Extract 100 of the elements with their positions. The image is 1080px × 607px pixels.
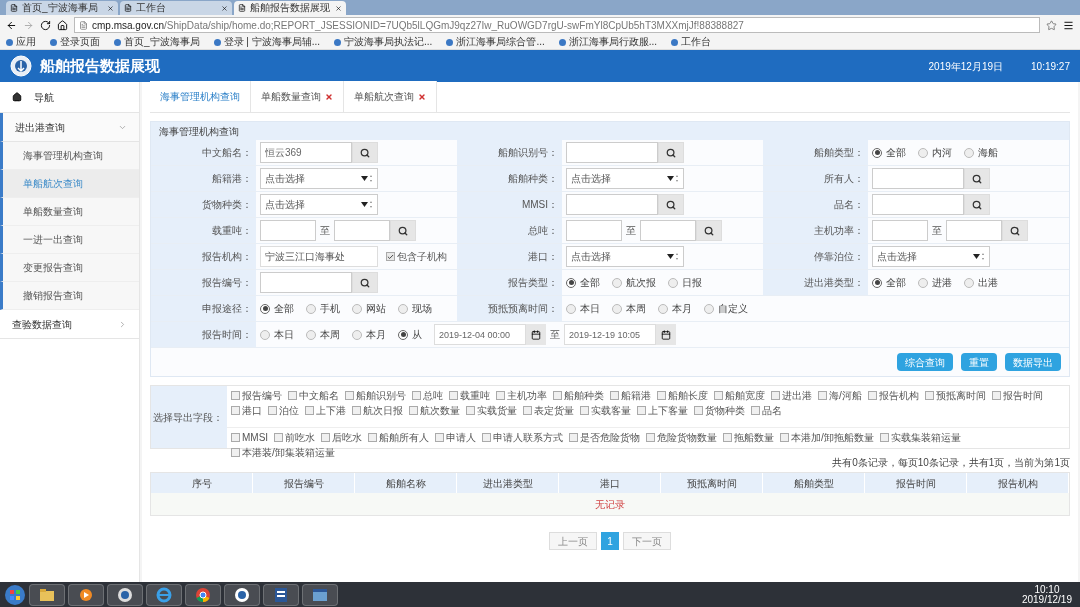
bookmark-link[interactable]: 浙江海事局综合管...: [446, 36, 545, 48]
browser-e-icon[interactable]: [146, 583, 182, 606]
checkbox[interactable]: [321, 433, 331, 442]
search-button[interactable]: [658, 194, 684, 215]
checkbox[interactable]: [412, 391, 421, 400]
radio-button[interactable]: [352, 329, 362, 340]
search-button[interactable]: [1002, 220, 1028, 241]
text-field[interactable]: 恒云369: [260, 142, 352, 163]
menu-icon[interactable]: [1063, 19, 1074, 31]
close-icon[interactable]: [418, 92, 426, 101]
prev-page-button[interactable]: 上一页: [549, 532, 597, 550]
checkbox[interactable]: [580, 406, 589, 415]
bookmark-link[interactable]: 宁波海事局执法记...: [334, 36, 433, 48]
select-field[interactable]: 点击选择: [566, 246, 684, 267]
forward-icon[interactable]: [23, 19, 34, 31]
calendar-button[interactable]: [656, 324, 676, 345]
range-to-field[interactable]: [640, 220, 696, 241]
checkbox[interactable]: [610, 391, 619, 400]
sidebar-item[interactable]: 单船数量查询: [0, 198, 139, 226]
text-field[interactable]: 宁波三江口海事处: [260, 246, 378, 267]
radio-button[interactable]: [612, 303, 622, 314]
checkbox[interactable]: [449, 391, 458, 400]
checkbox[interactable]: [386, 252, 395, 261]
bookmark-link[interactable]: 首页_宁波海事局: [114, 36, 200, 48]
close-icon[interactable]: [107, 4, 114, 12]
checkbox[interactable]: [646, 433, 656, 442]
sidebar-group[interactable]: 进出港查询: [0, 113, 139, 142]
radio-button[interactable]: [306, 303, 316, 314]
back-icon[interactable]: [6, 19, 17, 31]
text-field[interactable]: [566, 194, 658, 215]
emblem-icon[interactable]: [107, 583, 143, 606]
checkbox[interactable]: [482, 433, 492, 442]
radio-button[interactable]: [872, 277, 882, 288]
checkbox[interactable]: [714, 391, 723, 400]
checkbox[interactable]: [409, 406, 418, 415]
checkbox[interactable]: [569, 433, 579, 442]
text-field[interactable]: [260, 272, 352, 293]
radio-button[interactable]: [260, 329, 270, 340]
checkbox[interactable]: [751, 406, 760, 415]
explorer-icon[interactable]: [29, 583, 65, 606]
checkbox[interactable]: [553, 391, 562, 400]
sidebar-group[interactable]: 查验数据查询: [0, 310, 139, 339]
sidebar-item[interactable]: 变更报告查询: [0, 254, 139, 282]
calendar-button[interactable]: [526, 324, 546, 345]
checkbox[interactable]: [694, 406, 703, 415]
page-tab[interactable]: 单船数量查询: [251, 81, 344, 112]
address-bar[interactable]: cmp.msa.gov.cn/ShipData/ship/home.do;REPORT_JSESSIONID=7UQb5lLQGmJ9qz27Iw_RuOWGD7rgU-swFmYl8CpUb5hT3MXXmjJf!88388827: [74, 17, 1040, 33]
bookmark-link[interactable]: 登录 | 宁波海事局辅...: [213, 36, 321, 48]
search-button[interactable]: [390, 220, 416, 241]
radio-button[interactable]: [398, 329, 408, 340]
chrome-icon[interactable]: [185, 583, 221, 606]
window-icon[interactable]: [302, 583, 338, 606]
checkbox[interactable]: [924, 391, 934, 400]
radio-button[interactable]: [704, 303, 714, 314]
next-page-button[interactable]: 下一页: [623, 532, 671, 550]
close-icon[interactable]: [335, 4, 342, 12]
browser-tab[interactable]: 船舶报告数据展现: [234, 1, 346, 15]
date-field[interactable]: 2019-12-04 00:00: [434, 324, 526, 345]
close-icon[interactable]: [325, 92, 333, 101]
select-field[interactable]: 点击选择: [260, 194, 378, 215]
select-field[interactable]: 点击选择: [566, 168, 684, 189]
checkbox[interactable]: [231, 448, 240, 457]
range-from-field[interactable]: [260, 220, 316, 241]
sidebar-item[interactable]: 一进一出查询: [0, 226, 139, 254]
checkbox[interactable]: [231, 406, 240, 415]
checkbox[interactable]: [771, 391, 780, 400]
search-button[interactable]: [696, 220, 722, 241]
emblem-icon[interactable]: [224, 583, 260, 606]
checkbox[interactable]: [780, 433, 790, 442]
checkbox[interactable]: [435, 433, 445, 442]
bookmark-star-icon[interactable]: [1046, 19, 1057, 31]
checkbox[interactable]: [466, 406, 475, 415]
checkbox[interactable]: [723, 433, 733, 442]
checkbox[interactable]: [637, 406, 646, 415]
range-to-field[interactable]: [334, 220, 390, 241]
browser-tab[interactable]: 工作台: [120, 1, 232, 15]
browser-tab[interactable]: 首页_宁波海事局: [6, 1, 118, 15]
checkbox[interactable]: [523, 406, 532, 415]
text-field[interactable]: [872, 168, 964, 189]
select-field[interactable]: 点击选择: [872, 246, 990, 267]
checkbox[interactable]: [657, 391, 666, 400]
checkbox[interactable]: [818, 391, 827, 400]
text-field[interactable]: [872, 194, 964, 215]
radio-button[interactable]: [872, 147, 882, 158]
radio-button[interactable]: [612, 277, 622, 288]
range-to-field[interactable]: [946, 220, 1002, 241]
radio-button[interactable]: [964, 147, 974, 158]
search-button[interactable]: [964, 194, 990, 215]
close-icon[interactable]: [221, 4, 228, 12]
sidebar-item[interactable]: 海事管理机构查询: [0, 142, 139, 170]
home-icon[interactable]: [57, 19, 68, 31]
radio-button[interactable]: [260, 303, 270, 314]
radio-button[interactable]: [918, 277, 928, 288]
search-button[interactable]: [658, 142, 684, 163]
sidebar-item[interactable]: 撤销报告查询: [0, 282, 139, 310]
radio-button[interactable]: [658, 303, 668, 314]
document-icon[interactable]: [263, 583, 299, 606]
radio-button[interactable]: [918, 147, 928, 158]
text-field[interactable]: [566, 142, 658, 163]
checkbox[interactable]: [268, 406, 277, 415]
